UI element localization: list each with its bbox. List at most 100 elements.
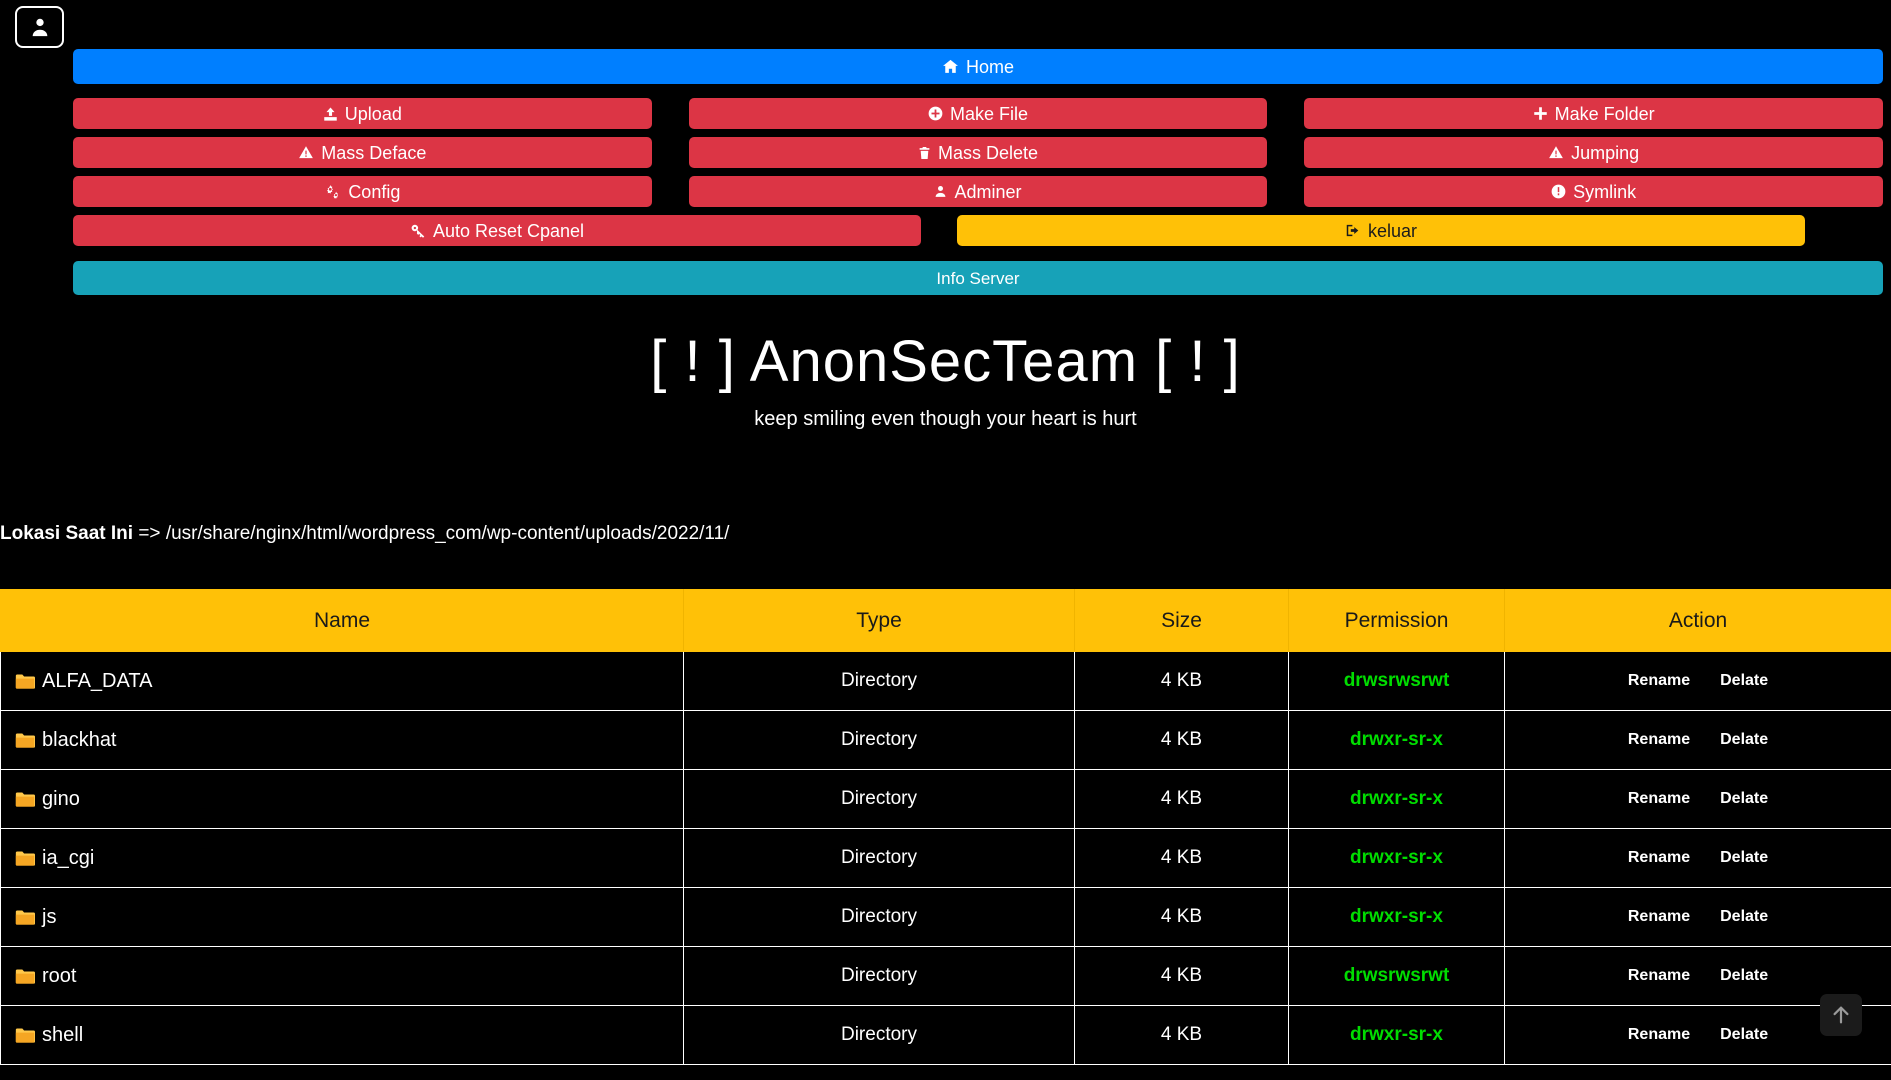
permission-value[interactable]: drwxr-sr-x [1350, 788, 1443, 809]
config-button[interactable]: Config [73, 176, 652, 207]
delete-link[interactable]: Delate [1720, 672, 1768, 690]
file-name-link[interactable]: blackhat [42, 729, 117, 751]
file-type-cell: Directory [683, 946, 1075, 1006]
file-size-cell: 4 KB [1074, 946, 1289, 1006]
arrow-up-icon [1830, 1004, 1852, 1026]
delete-link[interactable]: Delate [1720, 790, 1768, 808]
file-action-cell: Rename Delate [1504, 887, 1891, 947]
logout-button[interactable]: keluar [957, 215, 1805, 246]
file-action-cell: Rename Delate [1504, 651, 1891, 711]
folder-icon [15, 968, 35, 985]
banner-title: [ ! ] AnonSecTeam [ ! ] [650, 329, 1241, 394]
file-permission-cell: drwsrwsrwt [1288, 946, 1505, 1006]
column-header-type[interactable]: Type [683, 589, 1075, 652]
rename-link[interactable]: Rename [1628, 1026, 1690, 1044]
file-size-cell: 4 KB [1074, 887, 1289, 947]
rename-link[interactable]: Rename [1628, 731, 1690, 749]
column-header-size[interactable]: Size [1074, 589, 1289, 652]
permission-value[interactable]: drwxr-sr-x [1350, 906, 1443, 927]
table-row: gino Directory 4 KB drwxr-sr-x Rename Delate [0, 769, 1891, 829]
delete-link[interactable]: Delate [1720, 1026, 1768, 1044]
file-name-link[interactable]: js [42, 906, 56, 928]
file-size-cell: 4 KB [1074, 828, 1289, 888]
current-path-value[interactable]: /usr/share/nginx/html/wordpress_com/wp-c… [166, 523, 730, 544]
permission-value[interactable]: drwxr-sr-x [1350, 729, 1443, 750]
table-header-row: Name Type Size Permission Action [0, 589, 1891, 652]
rename-link[interactable]: Rename [1628, 967, 1690, 985]
user-icon [29, 16, 51, 38]
permission-value[interactable]: drwsrwsrwt [1344, 670, 1450, 691]
info-server-label: Info Server [936, 268, 1020, 288]
make-file-label: Make File [949, 103, 1028, 124]
auto-reset-cpanel-button[interactable]: Auto Reset Cpanel [73, 215, 921, 246]
jumping-button[interactable]: Jumping [1304, 137, 1883, 168]
upload-label: Upload [344, 103, 402, 124]
permission-value[interactable]: drwsrwsrwt [1344, 965, 1450, 986]
mass-delete-button[interactable]: Mass Delete [688, 137, 1268, 168]
upload-button[interactable]: Upload [73, 98, 652, 129]
warning-triangle-icon [298, 145, 314, 160]
current-path-label: Lokasi Saat Ini [0, 523, 134, 544]
current-path: Lokasi Saat Ini => /usr/share/nginx/html… [0, 523, 1891, 545]
home-button[interactable]: Home [73, 49, 1883, 84]
folder-icon [15, 850, 35, 867]
table-row: ALFA_DATA Directory 4 KB drwsrwsrwt Rename De… [0, 651, 1891, 711]
action-button-grid: Upload Make File Make Folder Mass Deface [73, 98, 1883, 207]
file-permission-cell: drwxr-sr-x [1288, 887, 1505, 947]
file-name-link[interactable]: gino [42, 788, 80, 810]
folder-icon [15, 673, 35, 690]
column-header-name[interactable]: Name [0, 589, 684, 652]
file-name-cell: root [0, 946, 684, 1006]
avatar[interactable] [15, 6, 64, 48]
adminer-label: Adminer [954, 181, 1022, 202]
file-name-link[interactable]: root [42, 965, 76, 987]
file-type-cell: Directory [683, 710, 1075, 770]
toolbar: Home Upload Make File Make Folder Mass D… [73, 49, 1883, 295]
file-name-link[interactable]: ia_cgi [42, 847, 94, 869]
column-header-action[interactable]: Action [1504, 589, 1891, 652]
table-row: blackhat Directory 4 KB drwxr-sr-x Rename Del… [0, 710, 1891, 770]
table-row: ia_cgi Directory 4 KB drwxr-sr-x Rename Delat… [0, 828, 1891, 888]
file-permission-cell: drwxr-sr-x [1288, 1005, 1505, 1065]
file-manager-table: Name Type Size Permission Action ALFA_DA… [0, 589, 1891, 1065]
mass-deface-button[interactable]: Mass Deface [73, 137, 652, 168]
banner: [ ! ] AnonSecTeam [ ! ] keep smiling eve… [0, 330, 1891, 431]
make-folder-label: Make Folder [1554, 103, 1655, 124]
make-file-button[interactable]: Make File [688, 98, 1268, 129]
scroll-to-top-button[interactable] [1820, 994, 1862, 1036]
file-permission-cell: drwxr-sr-x [1288, 710, 1505, 770]
adminer-button[interactable]: Adminer [688, 176, 1268, 207]
rename-link[interactable]: Rename [1628, 790, 1690, 808]
rename-link[interactable]: Rename [1628, 849, 1690, 867]
symlink-label: Symlink [1573, 181, 1637, 202]
file-name-cell: gino [0, 769, 684, 829]
mass-deface-label: Mass Deface [321, 142, 427, 163]
rename-link[interactable]: Rename [1628, 672, 1690, 690]
banner-subtitle: keep smiling even though your heart is h… [754, 407, 1137, 430]
file-type-cell: Directory [683, 1005, 1075, 1065]
rename-link[interactable]: Rename [1628, 908, 1690, 926]
make-folder-button[interactable]: Make Folder [1304, 98, 1883, 129]
permission-value[interactable]: drwxr-sr-x [1350, 847, 1443, 868]
delete-link[interactable]: Delate [1720, 731, 1768, 749]
info-server-button[interactable]: Info Server [73, 261, 1883, 295]
column-header-permission[interactable]: Permission [1288, 589, 1505, 652]
table-row: shell Directory 4 KB drwxr-sr-x Rename Delate [0, 1005, 1891, 1065]
delete-link[interactable]: Delate [1720, 849, 1768, 867]
file-type-cell: Directory [683, 887, 1075, 947]
symlink-button[interactable]: Symlink [1304, 176, 1883, 207]
file-name-link[interactable]: shell [42, 1024, 83, 1046]
delete-link[interactable]: Delate [1720, 967, 1768, 985]
cogs-icon [324, 184, 341, 200]
folder-icon [15, 1027, 35, 1044]
file-type-cell: Directory [683, 769, 1075, 829]
file-size-cell: 4 KB [1074, 651, 1289, 711]
jumping-label: Jumping [1571, 142, 1640, 163]
file-name-cell: ia_cgi [0, 828, 684, 888]
permission-value[interactable]: drwxr-sr-x [1350, 1024, 1443, 1045]
file-name-link[interactable]: ALFA_DATA [42, 670, 152, 692]
folder-icon [15, 791, 35, 808]
file-permission-cell: drwxr-sr-x [1288, 828, 1505, 888]
file-action-cell: Rename Delate [1504, 710, 1891, 770]
delete-link[interactable]: Delate [1720, 908, 1768, 926]
